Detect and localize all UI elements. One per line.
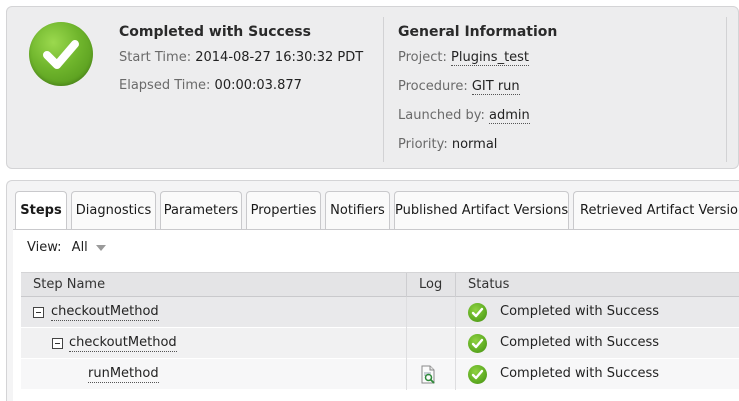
job-status-column: Completed with Success Start Time: 2014-… xyxy=(119,24,363,105)
column-divider xyxy=(406,328,407,359)
procedure-label: Procedure: xyxy=(398,79,468,94)
tab-parameters[interactable]: Parameters xyxy=(160,191,242,229)
priority-row: Priority: normal xyxy=(398,136,557,165)
view-filter: View: All xyxy=(27,240,106,255)
table-row[interactable]: runMethod Completed with Success xyxy=(21,359,739,390)
steps-tab-content: View: All Step Name Log Status checkoutM… xyxy=(13,229,739,401)
tab-properties[interactable]: Properties xyxy=(246,191,321,229)
column-header-step-name[interactable]: Step Name xyxy=(21,273,105,297)
success-check-icon xyxy=(468,365,487,384)
step-status: Completed with Success xyxy=(500,304,660,319)
steps-grid: Step Name Log Status checkoutMethod Comp… xyxy=(21,272,739,390)
procedure-link[interactable]: GIT run xyxy=(471,79,520,95)
general-info-column: General Information Project: Plugins_tes… xyxy=(398,24,557,165)
success-check-icon xyxy=(29,22,93,86)
elapsed-time-row: Elapsed Time: 00:00:03.877 xyxy=(119,77,363,105)
view-dropdown[interactable]: All xyxy=(72,240,106,255)
summary-divider xyxy=(726,17,727,162)
step-status: Completed with Success xyxy=(500,335,660,350)
column-divider xyxy=(406,359,407,390)
column-divider xyxy=(455,297,456,328)
tab-steps[interactable]: Steps xyxy=(15,191,67,230)
step-status: Completed with Success xyxy=(500,366,660,381)
procedure-row: Procedure: GIT run xyxy=(398,78,557,107)
general-info-title: General Information xyxy=(398,24,558,40)
chevron-down-icon xyxy=(95,244,106,251)
priority-label: Priority: xyxy=(398,137,448,152)
launched-by-link[interactable]: admin xyxy=(488,108,530,124)
collapse-minus-icon[interactable] xyxy=(52,338,63,349)
success-check-icon xyxy=(468,303,487,322)
job-summary-panel: Completed with Success Start Time: 2014-… xyxy=(6,6,739,169)
table-row[interactable]: checkoutMethod Completed with Success xyxy=(21,297,739,328)
project-label: Project: xyxy=(398,50,447,65)
launched-by-row: Launched by: admin xyxy=(398,107,557,136)
step-name-link[interactable]: checkoutMethod xyxy=(69,335,177,352)
project-link[interactable]: Plugins_test xyxy=(451,50,530,66)
tab-diagnostics[interactable]: Diagnostics xyxy=(71,191,156,229)
tab-published-artifact-versions[interactable]: Published Artifact Versions xyxy=(394,191,569,229)
column-divider xyxy=(455,359,456,390)
tab-notifiers[interactable]: Notifiers xyxy=(325,191,390,229)
job-details-panel: Steps Diagnostics Parameters Properties … xyxy=(6,180,739,401)
summary-divider xyxy=(383,17,384,162)
start-time-label: Start Time: xyxy=(119,50,192,65)
step-name-link[interactable]: checkoutMethod xyxy=(51,304,159,321)
job-status-title: Completed with Success xyxy=(119,24,311,40)
table-row[interactable]: checkoutMethod Completed with Success xyxy=(21,328,739,359)
tab-retrieved-artifact-versions[interactable]: Retrieved Artifact Versions xyxy=(573,191,739,229)
priority-value: normal xyxy=(451,137,498,152)
elapsed-time-label: Elapsed Time: xyxy=(119,78,211,93)
column-header-status[interactable]: Status xyxy=(456,273,509,297)
project-row: Project: Plugins_test xyxy=(398,49,557,78)
start-time-row: Start Time: 2014-08-27 16:30:32 PDT xyxy=(119,49,363,77)
collapse-minus-icon[interactable] xyxy=(33,307,44,318)
launched-by-label: Launched by: xyxy=(398,108,485,123)
step-name-link[interactable]: runMethod xyxy=(88,366,159,383)
log-file-icon[interactable] xyxy=(420,365,437,384)
column-divider xyxy=(455,328,456,359)
view-label: View: xyxy=(27,240,62,255)
start-time-value: 2014-08-27 16:30:32 PDT xyxy=(195,50,364,65)
elapsed-time-value: 00:00:03.877 xyxy=(214,78,302,93)
view-selected-value: All xyxy=(71,240,88,255)
success-check-icon xyxy=(468,334,487,353)
grid-header: Step Name Log Status xyxy=(21,272,739,298)
column-divider xyxy=(406,297,407,328)
column-header-log[interactable]: Log xyxy=(407,273,442,297)
